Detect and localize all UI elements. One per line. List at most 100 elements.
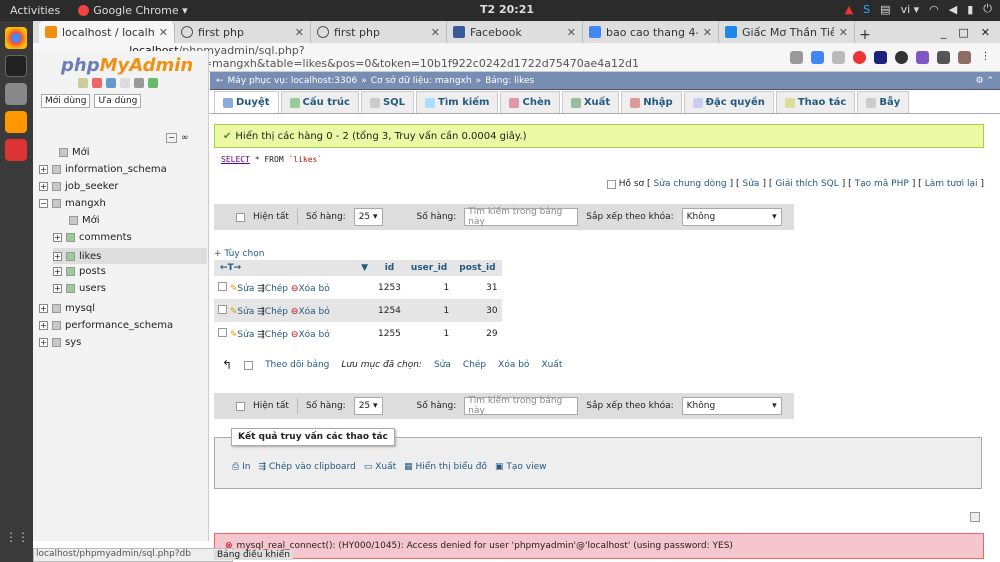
tab-report[interactable]: bao cao thang 4-5 ✕ — [583, 21, 719, 43]
tab-insert[interactable]: Chèn — [500, 91, 560, 113]
reload-icon[interactable] — [148, 78, 158, 88]
create-view-link[interactable]: ▣ Tạo view — [495, 462, 547, 472]
gear-icon[interactable]: ⚙ ⌃ — [976, 76, 1000, 86]
tab-export[interactable]: Xuất — [561, 91, 620, 113]
tab-facebook[interactable]: Facebook ✕ — [447, 21, 583, 43]
cell-post-id[interactable]: 31 — [453, 276, 502, 299]
sort-select[interactable]: Không ▾ — [681, 397, 782, 415]
ext-profile-icon[interactable] — [958, 50, 971, 64]
bulk-export-link[interactable]: Xuất — [541, 360, 562, 370]
bulk-copy-link[interactable]: Chép — [463, 360, 486, 370]
menu-dots-icon[interactable]: ⋮ — [979, 51, 992, 64]
sql-select-keyword[interactable]: SELECT — [221, 155, 250, 164]
exit-icon[interactable] — [92, 78, 102, 88]
collapse-arrow-icon[interactable]: ← — [216, 76, 224, 86]
recent-button[interactable]: Mới dùng — [41, 94, 91, 108]
refresh-link[interactable]: Làm tươi lại — [925, 179, 978, 189]
home-icon[interactable] — [78, 78, 88, 88]
show-apps-icon[interactable]: ⋮⋮ — [5, 530, 29, 552]
show-all-checkbox[interactable] — [236, 212, 245, 222]
tree-item-new[interactable]: Mới — [59, 147, 90, 158]
clock[interactable]: T2 20:21 — [480, 3, 534, 16]
clipboard-link[interactable]: ⇶ Chép vào clipboard — [258, 462, 355, 472]
star-icon[interactable] — [832, 50, 845, 64]
breadcrumb-server[interactable]: Máy phục vụ: localhost:3306 — [228, 76, 358, 86]
tree-item-job-seeker[interactable]: + job_seeker — [39, 181, 118, 192]
col-header-post-id[interactable]: post_id — [453, 260, 502, 276]
column-arrows[interactable]: ←T→ ▼ — [214, 260, 374, 276]
row-checkbox[interactable] — [218, 281, 227, 291]
explain-sql-link[interactable]: Giải thích SQL — [775, 179, 838, 189]
docs-icon[interactable] — [106, 78, 116, 88]
translate-icon[interactable] — [811, 50, 824, 64]
bulk-delete-link[interactable]: Xóa bỏ — [498, 360, 529, 370]
close-icon[interactable]: ✕ — [567, 26, 576, 39]
activities-button[interactable]: Activities — [0, 4, 70, 17]
rows-select[interactable]: 25 ▾ — [353, 208, 383, 226]
system-tray[interactable]: ▲ S ▤ vi ▾ ◠ ◀ ▮ ⏻ — [845, 2, 992, 16]
cell-user-id[interactable]: 1 — [404, 276, 454, 299]
rows-select[interactable]: 25 ▾ — [353, 397, 383, 415]
app-menu[interactable]: Google Chrome ▾ — [78, 4, 188, 17]
export-link[interactable]: ▭ Xuất — [364, 462, 396, 472]
inline-edit-link[interactable]: Sửa chung dòng — [654, 179, 727, 189]
tree-item-mysql[interactable]: + mysql — [39, 303, 95, 314]
tree-item-mangxh[interactable]: − mangxh — [39, 198, 106, 209]
edit-row-link[interactable]: Sửa — [237, 307, 254, 317]
tab-search[interactable]: Tìm kiếm — [416, 91, 499, 113]
tree-item-users[interactable]: + users — [53, 283, 106, 294]
sublime-icon[interactable] — [5, 111, 27, 133]
tab-triggers[interactable]: Bẫy — [857, 91, 910, 113]
print-link[interactable]: ⎙ In — [232, 462, 250, 472]
terminal-icon[interactable] — [5, 55, 27, 77]
close-icon[interactable]: ✕ — [295, 26, 304, 39]
files-icon[interactable] — [5, 83, 27, 105]
copy-row-link[interactable]: Chép — [265, 330, 288, 340]
chrome-launcher-icon[interactable] — [5, 27, 27, 49]
opera-icon[interactable] — [853, 50, 866, 64]
close-icon[interactable]: ✕ — [159, 26, 168, 39]
tab-import[interactable]: Nhập — [621, 91, 682, 113]
filter-input[interactable]: Tìm kiếm trong bảng này — [464, 207, 579, 227]
bulk-edit-link[interactable]: Sửa — [434, 360, 451, 370]
cell-user-id[interactable]: 1 — [404, 322, 454, 345]
copy-row-link[interactable]: Chép — [265, 284, 288, 294]
pma-logo[interactable]: phpMyAdmin — [61, 55, 208, 76]
doc-page-icon[interactable] — [120, 78, 130, 88]
close-icon[interactable]: ✕ — [839, 26, 848, 39]
tab-sql[interactable]: SQL — [360, 91, 415, 113]
close-window-icon[interactable]: ✕ — [981, 26, 990, 39]
cell-id[interactable]: 1253 — [374, 276, 405, 299]
col-header-user-id[interactable]: user_id — [404, 260, 454, 276]
create-php-link[interactable]: Tạo mã PHP — [855, 179, 909, 189]
profiling-checkbox[interactable] — [606, 179, 616, 189]
collapse-all-button[interactable]: − — [166, 133, 177, 143]
filter-input[interactable]: Tìm kiếm trong bảng này — [464, 396, 579, 416]
col-header-id[interactable]: id — [374, 260, 405, 276]
favorites-button[interactable]: Ưa dùng — [94, 94, 142, 108]
breadcrumb-table[interactable]: Bảng: likes — [485, 76, 534, 86]
tree-item-comments[interactable]: + comments — [53, 232, 132, 243]
cell-user-id[interactable]: 1 — [404, 299, 454, 322]
edit-row-link[interactable]: Sửa — [237, 284, 254, 294]
tab-music[interactable]: Giấc Mơ Thần Tiê ✕ — [719, 21, 855, 43]
breadcrumb-db[interactable]: Cơ sở dữ liệu: mangxh — [371, 76, 472, 86]
chart-link[interactable]: ▦ Hiển thị biểu đồ — [404, 462, 487, 472]
tab-first-php-2[interactable]: first php ✕ — [311, 21, 447, 43]
delete-row-link[interactable]: Xóa bỏ — [298, 284, 329, 294]
tab-structure[interactable]: Cấu trúc — [280, 91, 359, 113]
sort-select[interactable]: Không ▾ — [681, 208, 782, 226]
delete-row-link[interactable]: Xóa bỏ — [298, 330, 329, 340]
tree-item-likes[interactable]: + likes — [53, 248, 207, 264]
minimize-icon[interactable]: _ — [941, 26, 947, 39]
close-icon[interactable]: ✕ — [431, 26, 440, 39]
tab-phpmyadmin[interactable]: localhost / localho ✕ — [39, 21, 175, 43]
close-icon[interactable]: ✕ — [703, 26, 712, 39]
edit-link[interactable]: Sửa — [743, 179, 760, 189]
tree-item-posts[interactable]: + posts — [53, 266, 106, 277]
app-icon[interactable] — [5, 139, 27, 161]
tab-operations[interactable]: Thao tác — [775, 91, 856, 113]
tab-browse[interactable]: Duyệt — [214, 91, 279, 113]
edit-row-link[interactable]: Sửa — [237, 330, 254, 340]
ext-brush-icon[interactable] — [937, 50, 950, 64]
